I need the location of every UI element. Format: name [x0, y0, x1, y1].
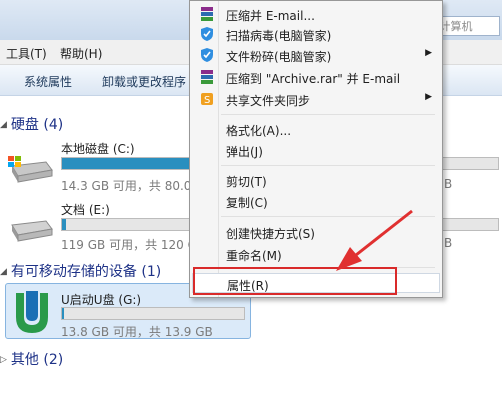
- drive-usage-fill: [62, 308, 64, 319]
- drive-usage-fill: [62, 219, 67, 230]
- menu-item-label: 创建快捷方式(S): [226, 227, 315, 241]
- menu-separator: [221, 114, 435, 115]
- menu-item-label: 共享文件夹同步: [226, 94, 311, 108]
- u-disk-logo-icon: [16, 291, 48, 333]
- menu-tools[interactable]: 工具(T): [6, 45, 47, 62]
- menu-item-compress-to-archive-email[interactable]: 压缩到 "Archive.rar" 并 E-mail: [192, 67, 440, 87]
- sync-icon: S: [201, 93, 213, 106]
- menu-item-scan-virus[interactable]: 扫描病毒(电脑管家): [192, 24, 440, 44]
- group-header-removable[interactable]: ◢ 有可移动存储的设备 (1): [0, 261, 161, 281]
- uninstall-program-button[interactable]: 卸载或更改程序: [102, 73, 186, 90]
- system-properties-button[interactable]: 系统属性: [24, 73, 72, 90]
- drive-space-info: 14.3 GB 可用，共 80.0: [61, 179, 192, 193]
- drive-space-info-tail: B: [444, 236, 453, 250]
- menu-item-share-folder-sync[interactable]: S 共享文件夹同步 ▶: [192, 89, 440, 109]
- menu-item-label: 剪切(T): [226, 175, 267, 189]
- expand-triangle-icon: ▷: [0, 355, 7, 365]
- group-title: 有可移动存储的设备 (1): [10, 264, 162, 280]
- group-title: 硬盘 (4): [10, 117, 64, 133]
- drive-space-info: 13.8 GB 可用，共 13.9 GB: [61, 325, 213, 339]
- menu-separator: [221, 165, 435, 166]
- menu-item-label: 格式化(A)...: [226, 124, 292, 138]
- drive-space-info: 119 GB 可用，共 120 G: [61, 238, 197, 252]
- menu-item-label: 弹出(J): [226, 145, 263, 159]
- collapse-triangle-icon: ◢: [0, 120, 7, 130]
- svg-text:S: S: [204, 95, 210, 106]
- menu-item-label: 文件粉碎(电脑管家): [226, 50, 332, 64]
- menu-item-label: 重命名(M): [226, 249, 282, 263]
- collapse-triangle-icon: ◢: [0, 267, 7, 277]
- submenu-arrow-icon: ▶: [425, 92, 432, 102]
- shield-icon: [201, 27, 213, 41]
- menu-item-label: 扫描病毒(电脑管家): [226, 29, 332, 43]
- drive-name: 文档 (E:): [61, 203, 110, 217]
- menu-item-format[interactable]: 格式化(A)...: [192, 119, 440, 139]
- shield-icon: [201, 48, 213, 62]
- submenu-arrow-icon: ▶: [425, 48, 432, 58]
- drive-usage-bar: [61, 307, 245, 320]
- annotation-arrow-icon: [336, 209, 413, 271]
- drive-space-info-tail: B: [444, 177, 453, 191]
- drive-name: U启动U盘 (G:): [61, 293, 142, 307]
- winrar-icon: [201, 7, 213, 21]
- menu-item-shred-file[interactable]: 文件粉碎(电脑管家) ▶: [192, 45, 440, 65]
- menu-item-label: 压缩并 E-mail...: [226, 9, 315, 23]
- hard-drive-icon: [11, 220, 53, 242]
- menu-item-label: 压缩到 "Archive.rar" 并 E-mail: [226, 72, 401, 86]
- group-header-other[interactable]: ▷ 其他 (2): [0, 349, 63, 369]
- winrar-icon: [201, 70, 213, 84]
- menu-item-cut[interactable]: 剪切(T): [192, 170, 440, 190]
- group-header-hdd[interactable]: ◢ 硬盘 (4): [0, 114, 63, 134]
- menu-help[interactable]: 帮助(H): [60, 45, 102, 62]
- menu-item-compress-email[interactable]: 压缩并 E-mail...: [192, 4, 440, 24]
- drive-name: 本地磁盘 (C:): [61, 142, 135, 156]
- group-title: 其他 (2): [10, 352, 64, 368]
- menu-item-label: 复制(C): [226, 196, 268, 210]
- menu-item-eject[interactable]: 弹出(J): [192, 140, 440, 160]
- hard-drive-icon: [8, 156, 53, 183]
